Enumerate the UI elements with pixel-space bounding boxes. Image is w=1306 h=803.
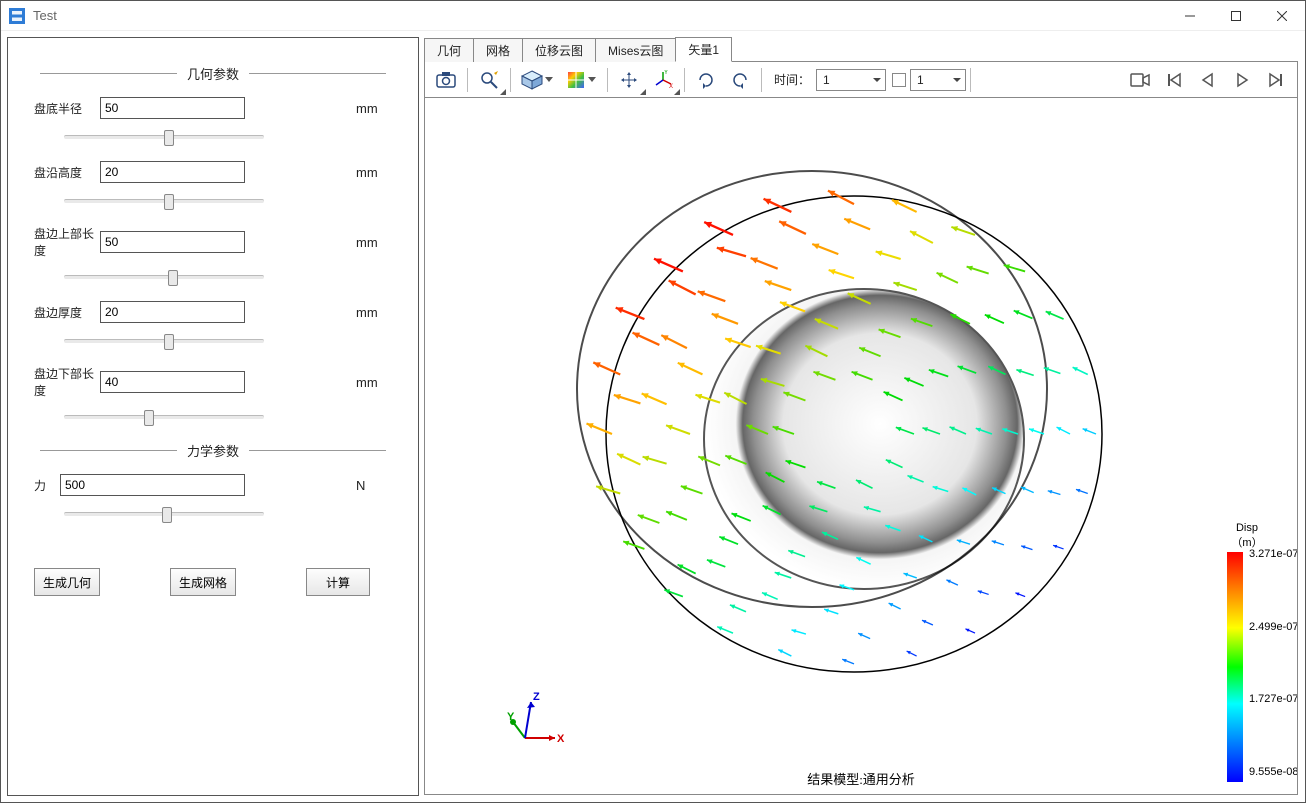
rotate-ccw-icon[interactable] <box>723 65 757 95</box>
param-input-thickness[interactable] <box>100 301 245 323</box>
viewport-3d[interactable]: X Y Z 结果模型:通用分析 Disp （m） 3.271e-07 2.499… <box>424 98 1298 795</box>
svg-text:X: X <box>669 84 673 90</box>
close-button[interactable] <box>1259 1 1305 31</box>
param-row-4: 盘边下部长度 mm <box>30 365 396 399</box>
param-input-radius[interactable] <box>100 97 245 119</box>
axis-orient-icon[interactable]: YX <box>646 65 680 95</box>
param-row-0: 盘底半径 mm <box>30 97 396 119</box>
param-input-rim-height[interactable] <box>100 161 245 183</box>
generate-mesh-button[interactable]: 生成网格 <box>170 568 236 596</box>
main-area: 几何 网格 位移云图 Mises云图 矢量1 YX 时间： <box>423 37 1299 796</box>
section-header-mechanics: 力学参数 <box>40 441 386 460</box>
param-unit: mm <box>356 305 396 320</box>
param-input-force[interactable] <box>60 474 245 496</box>
time-combo[interactable]: 1 <box>816 69 886 91</box>
param-slider-4[interactable] <box>64 409 264 423</box>
maximize-button[interactable] <box>1213 1 1259 31</box>
result-status: 结果模型:通用分析 <box>807 769 915 788</box>
axis-triad-icon: X Y Z <box>507 690 567 750</box>
param-unit: mm <box>356 235 396 250</box>
tab-displacement[interactable]: 位移云图 <box>522 38 596 62</box>
param-slider-force[interactable] <box>64 506 264 520</box>
svg-text:Z: Z <box>533 691 540 703</box>
legend-title: Disp <box>1236 522 1258 534</box>
param-unit: N <box>356 478 396 493</box>
tab-vector1[interactable]: 矢量1 <box>675 37 732 62</box>
record-icon[interactable] <box>1123 65 1157 95</box>
param-label: 盘沿高度 <box>30 164 100 181</box>
zoom-fit-icon[interactable] <box>472 65 506 95</box>
param-slider-3[interactable] <box>64 333 264 347</box>
param-label: 盘边上部长度 <box>30 225 100 259</box>
time-label: 时间： <box>774 71 810 88</box>
legend-tick: 3.271e-07 <box>1249 548 1298 560</box>
param-unit: mm <box>356 101 396 116</box>
param-label: 盘底半径 <box>30 100 100 117</box>
rotate-cw-icon[interactable] <box>689 65 723 95</box>
result-tabs: 几何 网格 位移云图 Mises云图 矢量1 <box>424 38 1298 62</box>
param-unit: mm <box>356 165 396 180</box>
snapshot-icon[interactable] <box>429 65 463 95</box>
viewer-toolbar: YX 时间： 1 1 <box>424 62 1298 98</box>
param-unit: mm <box>356 375 396 390</box>
svg-text:Y: Y <box>507 711 515 723</box>
param-input-lower-len[interactable] <box>100 371 245 393</box>
render-mode-icon[interactable] <box>515 65 559 95</box>
legend-tick: 1.727e-07 <box>1249 693 1298 705</box>
param-slider-0[interactable] <box>64 129 264 143</box>
prev-frame-icon[interactable] <box>1191 65 1225 95</box>
time-sync-checkbox[interactable] <box>892 73 906 87</box>
tab-mises[interactable]: Mises云图 <box>595 38 676 62</box>
app-logo-icon <box>9 8 25 24</box>
generate-geometry-button[interactable]: 生成几何 <box>34 568 100 596</box>
param-slider-1[interactable] <box>64 193 264 207</box>
param-label: 盘边下部长度 <box>30 365 100 399</box>
legend-colorbar <box>1227 552 1243 782</box>
tab-mesh[interactable]: 网格 <box>473 38 523 62</box>
play-icon[interactable] <box>1225 65 1259 95</box>
legend-tick: 9.555e-08 <box>1249 766 1298 778</box>
last-frame-icon[interactable] <box>1259 65 1293 95</box>
app-window: Test 几何参数 盘底半径 mm 盘沿高度 mm 盘边上部长度 <box>0 0 1306 803</box>
result-model <box>564 159 1124 719</box>
svg-text:Y: Y <box>664 70 668 76</box>
calculate-button[interactable]: 计算 <box>306 568 370 596</box>
param-slider-2[interactable] <box>64 269 264 283</box>
minimize-button[interactable] <box>1167 1 1213 31</box>
color-legend: Disp （m） 3.271e-07 2.499e-07 1.727e-07 9… <box>1207 522 1287 782</box>
param-row-3: 盘边厚度 mm <box>30 301 396 323</box>
first-frame-icon[interactable] <box>1157 65 1191 95</box>
param-row-2: 盘边上部长度 mm <box>30 225 396 259</box>
parameter-panel: 几何参数 盘底半径 mm 盘沿高度 mm 盘边上部长度 mm 盘边厚度 <box>7 37 419 796</box>
param-label: 盘边厚度 <box>30 304 100 321</box>
param-label: 力 <box>30 477 60 494</box>
legend-tick: 2.499e-07 <box>1249 621 1298 633</box>
pan-icon[interactable] <box>612 65 646 95</box>
svg-text:X: X <box>557 733 565 745</box>
frame-combo[interactable]: 1 <box>910 69 966 91</box>
section-header-geometry: 几何参数 <box>40 64 386 83</box>
param-row-force: 力 N <box>30 474 396 496</box>
colormap-icon[interactable] <box>559 65 603 95</box>
tab-geometry[interactable]: 几何 <box>424 38 474 62</box>
param-row-1: 盘沿高度 mm <box>30 161 396 183</box>
window-title: Test <box>33 8 57 23</box>
param-input-upper-len[interactable] <box>100 231 245 253</box>
titlebar: Test <box>1 1 1305 31</box>
